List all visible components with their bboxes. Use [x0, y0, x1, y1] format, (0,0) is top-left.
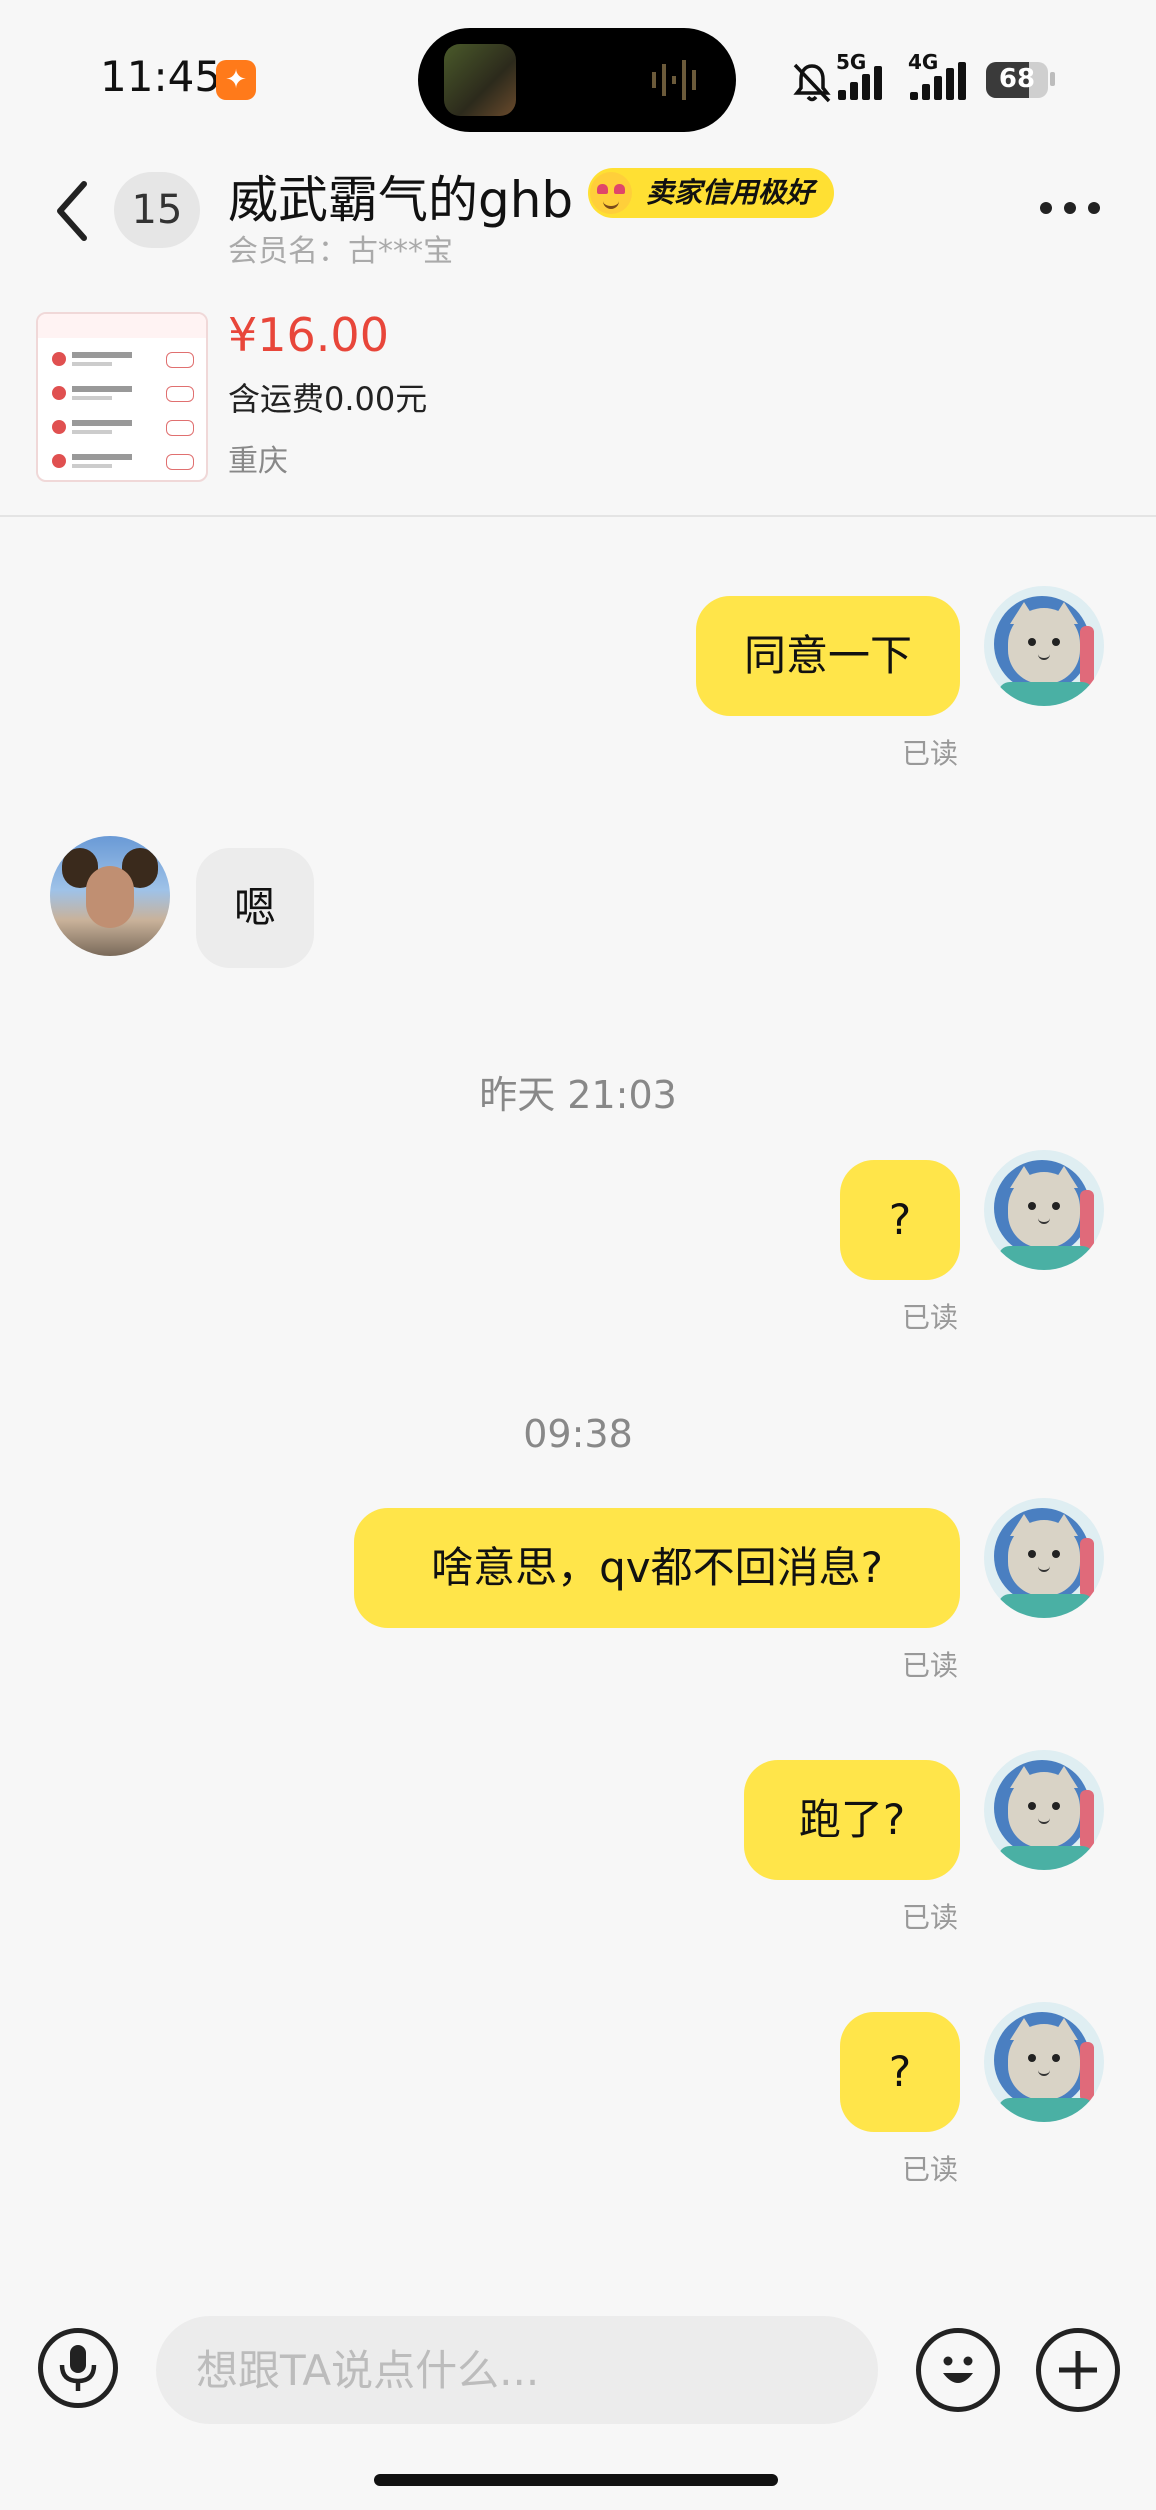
battery-icon: 68 [986, 62, 1048, 98]
member-name-label: 会员名：古***宝 [228, 234, 453, 269]
product-location: 重庆 [228, 444, 288, 479]
my-avatar[interactable] [984, 1498, 1104, 1618]
heart-eyes-icon [590, 172, 632, 214]
my-message-bubble[interactable]: ? [840, 1160, 960, 1280]
my-avatar[interactable] [984, 1150, 1104, 1270]
read-status: 已读 [902, 1901, 959, 1934]
read-status: 已读 [902, 1649, 959, 1682]
product-shipping: 含运费0.00元 [228, 380, 428, 418]
mute-bell-icon [793, 63, 831, 103]
battery-level: 68 [998, 64, 1036, 94]
seller-message-bubble[interactable]: 嗯 [196, 848, 314, 968]
product-price: ¥16.00 [228, 308, 389, 362]
audio-wave-icon [652, 60, 696, 100]
seller-name: 威武霸气的ghb [228, 171, 574, 229]
add-attachment-button[interactable] [1036, 2328, 1120, 2412]
signal-5g-icon [838, 60, 882, 100]
more-options-button[interactable] [1036, 196, 1106, 220]
my-avatar[interactable] [984, 586, 1104, 706]
now-playing-thumbnail [444, 44, 516, 116]
my-message-bubble[interactable]: ? [840, 2012, 960, 2132]
unread-count-badge[interactable]: 15 [114, 172, 200, 248]
signal-4g-icon [910, 60, 966, 100]
xianyu-app-icon: ✦ [216, 60, 256, 100]
my-avatar[interactable] [984, 1750, 1104, 1870]
smiley-icon [943, 2356, 973, 2383]
header-divider [0, 515, 1156, 517]
product-thumbnail[interactable] [36, 312, 208, 482]
my-message-bubble[interactable]: 同意一下 [696, 596, 960, 716]
microphone-icon [59, 2345, 97, 2391]
my-avatar[interactable] [984, 2002, 1104, 2122]
status-time: 11:45 [100, 52, 222, 101]
emoji-button[interactable] [916, 2328, 1000, 2412]
home-indicator[interactable] [374, 2474, 778, 2486]
seller-avatar[interactable] [50, 836, 170, 956]
chat-timestamp: 09:38 [523, 1412, 633, 1456]
read-status: 已读 [902, 1301, 959, 1334]
my-message-bubble[interactable]: 啥意思，qv都不回消息? [354, 1508, 960, 1628]
message-input[interactable] [156, 2316, 878, 2424]
voice-input-button[interactable] [38, 2328, 118, 2408]
read-status: 已读 [902, 2153, 959, 2186]
read-status: 已读 [902, 737, 959, 770]
chat-timestamp: 昨天 21:03 [479, 1073, 677, 1117]
plus-icon [1059, 2351, 1097, 2389]
back-button[interactable] [48, 176, 98, 246]
status-indicators: 5G 4G 68 [790, 50, 1070, 110]
my-message-bubble[interactable]: 跑了? [744, 1760, 960, 1880]
